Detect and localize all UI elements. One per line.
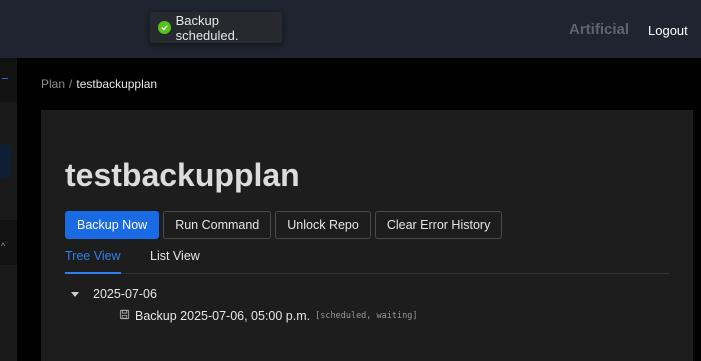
sidebar: ^ xyxy=(0,58,17,361)
run-command-button[interactable]: Run Command xyxy=(163,211,272,239)
brand-name: Artificial xyxy=(569,21,630,38)
toast-message: Backup scheduled. xyxy=(175,12,239,43)
backup-status-tag: [scheduled, waiting] xyxy=(315,311,418,321)
caret-down-icon[interactable] xyxy=(71,291,79,297)
chevron-up-icon[interactable]: ^ xyxy=(1,241,5,251)
tree-item-backup[interactable]: Backup 2025-07-06, 05:00 p.m. [scheduled… xyxy=(119,309,417,323)
tree-date-label: 2025-07-06 xyxy=(93,287,157,301)
disk-icon xyxy=(119,309,130,323)
view-tabs: Tree View List View xyxy=(65,249,669,274)
breadcrumb-current: testbackupplan xyxy=(76,77,158,91)
check-circle-icon xyxy=(158,21,171,34)
sidebar-section xyxy=(0,265,17,361)
toast-notification: Backup scheduled. xyxy=(150,12,282,43)
plan-card: testbackupplan Backup Now Run Command Un… xyxy=(41,110,693,361)
tab-tree-view[interactable]: Tree View xyxy=(65,249,121,274)
top-bar: Backup scheduled. Artificial Logout xyxy=(0,0,701,58)
logout-link[interactable]: Logout xyxy=(648,23,688,38)
sidebar-collapse-indicator xyxy=(2,78,8,79)
backup-now-button[interactable]: Backup Now xyxy=(65,211,160,239)
breadcrumb-separator: / xyxy=(69,77,73,91)
sidebar-item-active[interactable] xyxy=(0,145,11,178)
tree-node-date[interactable]: 2025-07-06 xyxy=(71,287,157,301)
breadcrumb-plan-link[interactable]: Plan xyxy=(41,77,65,91)
tab-list-view[interactable]: List View xyxy=(150,249,200,263)
action-buttons: Backup Now Run Command Unlock Repo Clear… xyxy=(65,211,503,239)
clear-error-history-button[interactable]: Clear Error History xyxy=(374,211,503,239)
breadcrumb: Plan / testbackupplan xyxy=(41,77,157,91)
unlock-repo-button[interactable]: Unlock Repo xyxy=(275,211,371,239)
page-title: testbackupplan xyxy=(65,157,300,193)
backup-item-label: Backup 2025-07-06, 05:00 p.m. xyxy=(135,309,311,323)
